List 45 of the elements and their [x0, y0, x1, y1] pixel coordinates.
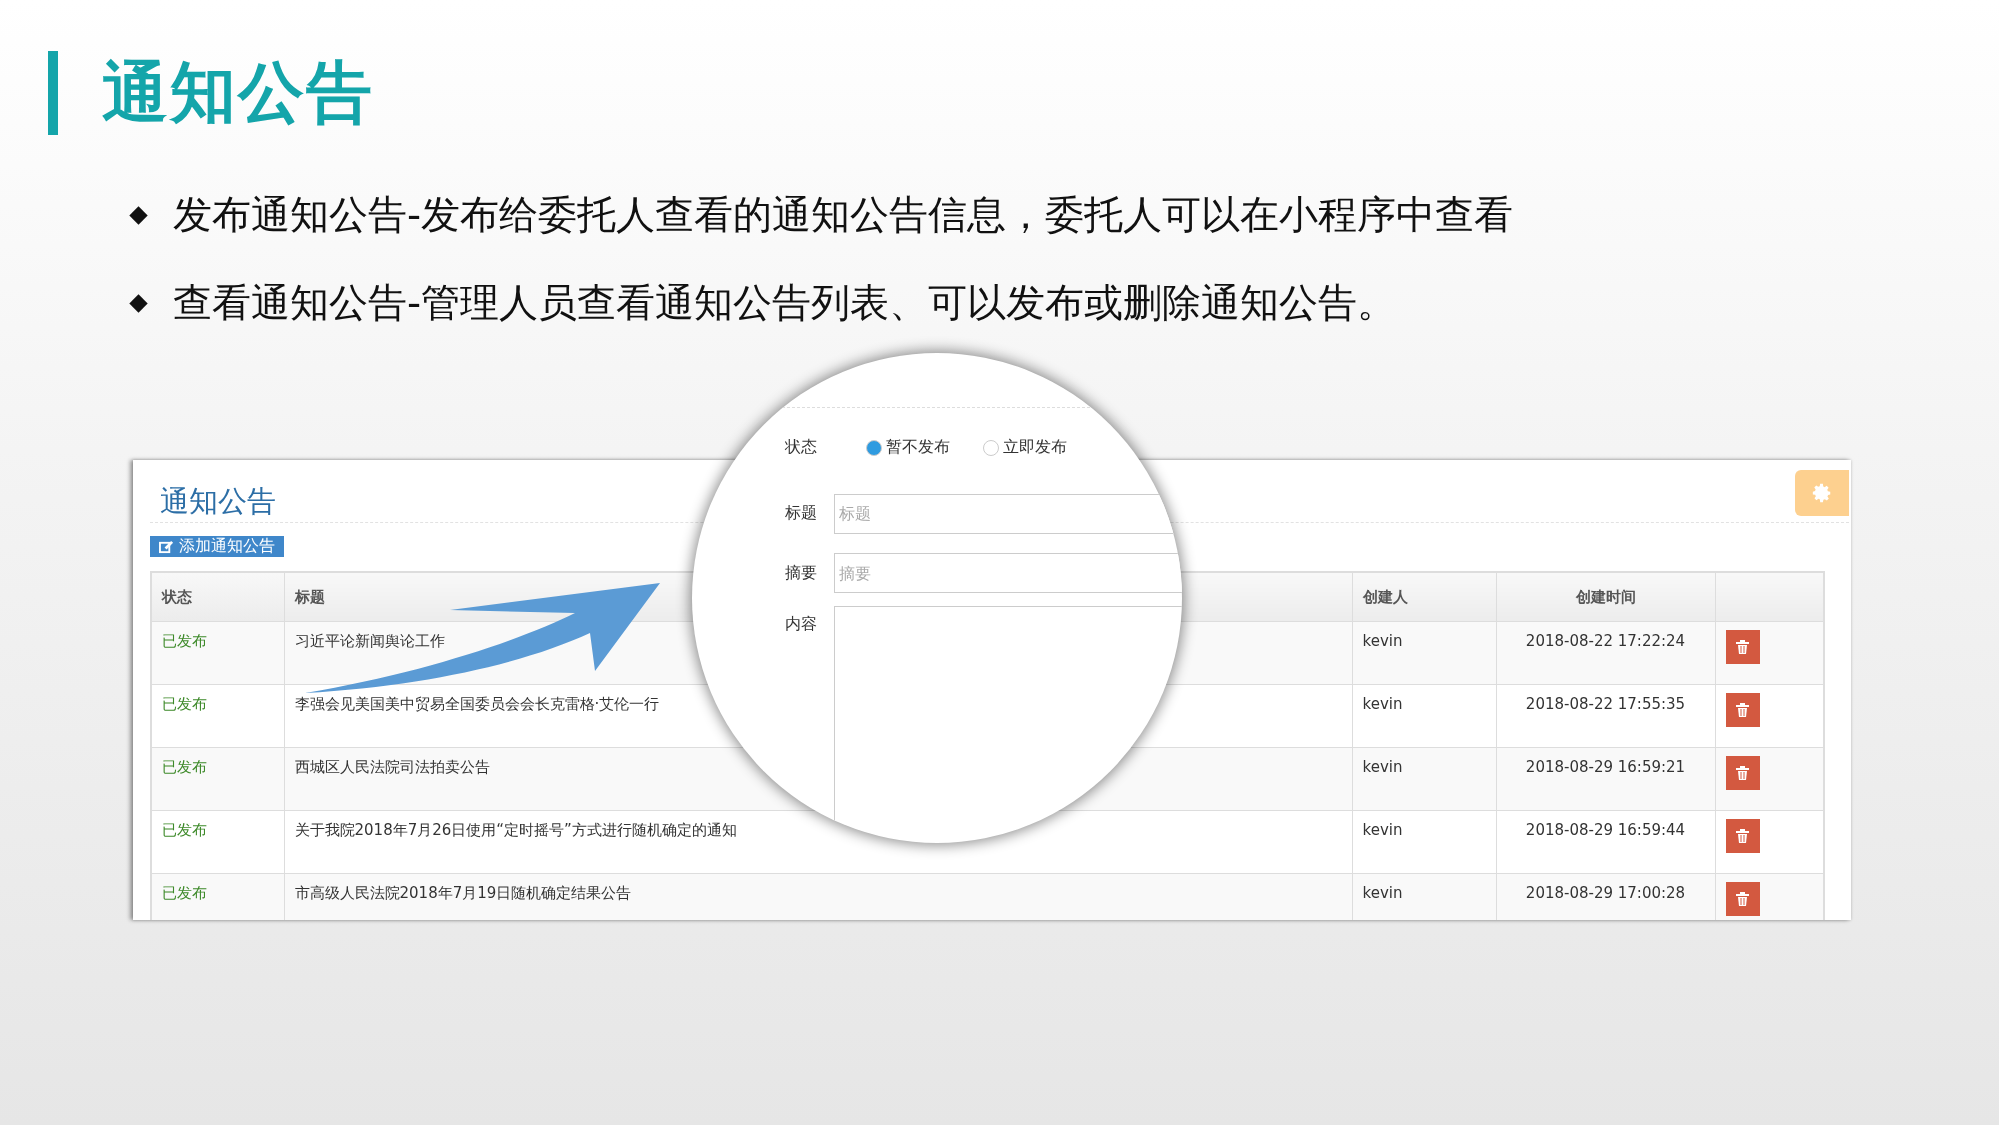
- status-text: 已发布: [162, 632, 207, 650]
- creator-text: kevin: [1362, 632, 1403, 650]
- delete-button[interactable]: [1725, 882, 1760, 916]
- trash-icon: [1736, 892, 1749, 906]
- created-time-text: 2018-08-22 17:55:35: [1525, 695, 1686, 713]
- delete-button[interactable]: [1725, 756, 1760, 790]
- creator-text: kevin: [1362, 821, 1403, 839]
- form-label: 标题: [785, 503, 818, 524]
- trash-icon: [1736, 766, 1749, 780]
- status-text: 已发布: [162, 821, 207, 839]
- column-header: 状态: [151, 572, 284, 622]
- trash-icon: [1736, 703, 1749, 717]
- status-text: 已发布: [162, 884, 207, 902]
- form-label: 状态: [785, 437, 818, 458]
- status-text: 已发布: [162, 695, 207, 713]
- add-notice-button[interactable]: 添加通知公告: [150, 536, 284, 557]
- edit-icon: [159, 539, 174, 554]
- trash-icon: [1736, 829, 1749, 843]
- created-time-text: 2018-08-29 17:00:28: [1525, 884, 1686, 902]
- column-header: 创建人: [1352, 572, 1496, 622]
- delete-button[interactable]: [1725, 630, 1760, 664]
- bullet-text: 查看通知公告-管理人员查看通知公告列表、可以发布或删除通知公告。: [173, 279, 1397, 327]
- status-text: 已发布: [162, 758, 207, 776]
- notice-title-text: 李强会见美国美中贸易全国委员会会长克雷格·艾伦一行: [294, 695, 660, 713]
- creator-text: kevin: [1362, 884, 1403, 902]
- delete-button[interactable]: [1725, 819, 1760, 853]
- created-time-text: 2018-08-22 17:22:24: [1525, 632, 1686, 650]
- notice-title-text: 关于我院2018年7月26日使用“定时摇号”方式进行随机确定的通知: [294, 821, 737, 839]
- trash-icon: [1736, 640, 1749, 654]
- radio-option[interactable]: 暂不发布: [866, 437, 950, 458]
- notice-title-text: 市高级人民法院2018年7月19日随机确定结果公告: [294, 884, 632, 902]
- notice-title-text: 西城区人民法院司法拍卖公告: [294, 758, 490, 776]
- panel-title: 通知公告: [159, 483, 276, 520]
- settings-icon: [1811, 482, 1833, 504]
- slide-title: 通知公告: [102, 53, 374, 133]
- created-time-text: 2018-08-29 16:59:21: [1525, 758, 1686, 776]
- summary-input-field[interactable]: 摘要: [834, 553, 1182, 593]
- bullet-text: 发布通知公告-发布给委托人查看的通知公告信息，委托人可以在小程序中查看: [173, 191, 1514, 239]
- created-time-text: 2018-08-29 16:59:44: [1525, 821, 1686, 839]
- notice-title-text: 习近平论新闻舆论工作: [294, 632, 445, 650]
- column-header: 创建时间: [1496, 572, 1715, 622]
- creator-text: kevin: [1362, 758, 1403, 776]
- creator-text: kevin: [1362, 695, 1403, 713]
- delete-button[interactable]: [1725, 693, 1760, 727]
- radio-option[interactable]: 立即发布: [983, 437, 1067, 458]
